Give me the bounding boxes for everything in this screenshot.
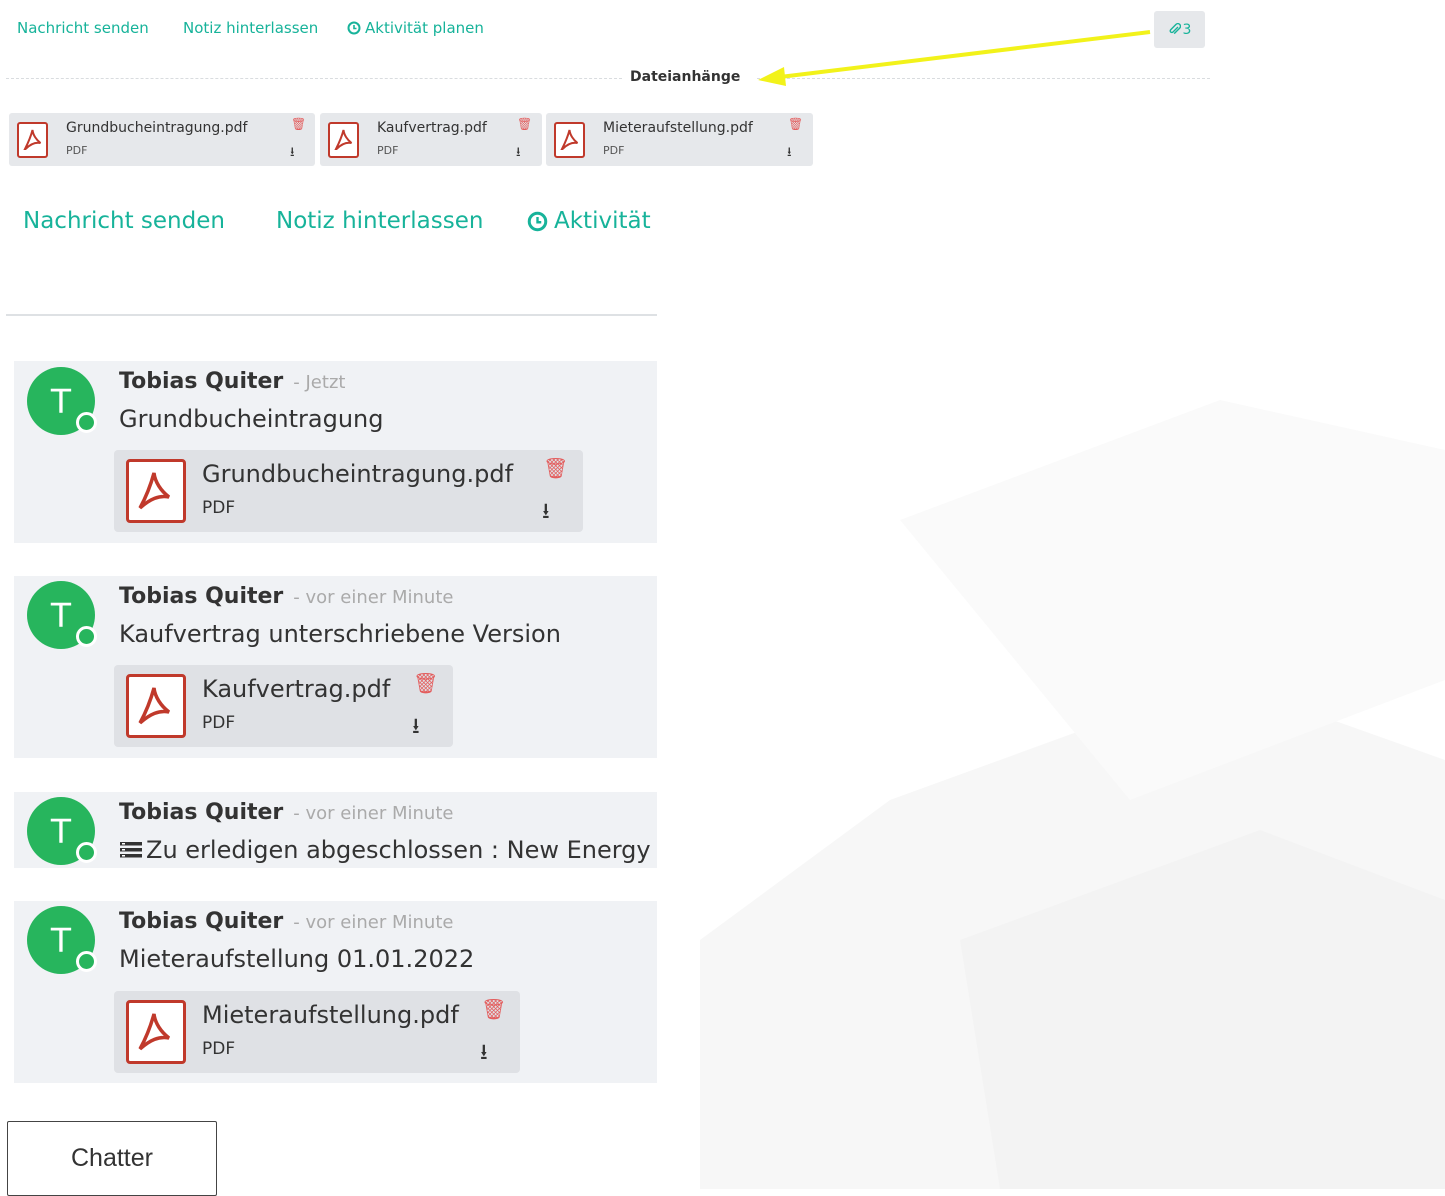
attachment-type: PDF	[66, 144, 88, 157]
chatter-divider	[6, 314, 657, 316]
message-body: Kaufvertrag unterschriebene Version	[119, 620, 561, 648]
attachment-card[interactable]: Grundbucheintragung.pdf PDF 🗑 ⭳	[114, 450, 583, 532]
separator-line-left	[6, 78, 622, 79]
message-author[interactable]: Tobias Quiter	[119, 800, 283, 825]
pdf-file-icon	[126, 674, 186, 738]
avatar[interactable]: T	[27, 906, 97, 974]
attachment-card[interactable]: Mieteraufstellung.pdf PDF 🗑 ⭳	[546, 113, 813, 166]
pdf-file-icon	[126, 1000, 186, 1064]
chatter-tab-button[interactable]: Chatter	[7, 1121, 217, 1196]
message-author[interactable]: Tobias Quiter	[119, 909, 283, 934]
paperclip-icon	[1169, 23, 1181, 35]
attachment-count-button[interactable]: 3	[1154, 11, 1205, 48]
log-note-link-zoomed[interactable]: Notiz hinterlassen	[276, 208, 483, 234]
annotation-arrow	[758, 30, 1151, 86]
message-author-line: Tobias Quiter - vor einer Minute	[119, 800, 453, 825]
trash-icon[interactable]: 🗑	[291, 117, 306, 131]
attachment-type: PDF	[603, 144, 625, 157]
message-item: T Tobias Quiter - vor einer Minute Mieter…	[14, 901, 657, 1083]
download-icon[interactable]: ⭳	[412, 709, 420, 747]
online-status-dot	[76, 842, 97, 863]
clock-icon	[527, 211, 548, 231]
attachments-heading: Dateianhänge	[630, 69, 741, 85]
trash-icon[interactable]: 🗑	[788, 117, 803, 131]
attachment-name[interactable]: Kaufvertrag.pdf	[377, 120, 487, 136]
attachment-count: 3	[1182, 21, 1192, 38]
download-icon[interactable]: ⭳	[542, 494, 550, 532]
download-icon[interactable]: ⭳	[480, 1035, 488, 1073]
message-author-line: Tobias Quiter - vor einer Minute	[119, 584, 453, 609]
trash-icon[interactable]: 🗑	[413, 671, 438, 695]
message-body: Mieteraufstellung 01.01.2022	[119, 945, 475, 973]
avatar-initial: T	[50, 811, 72, 851]
attachment-type: PDF	[202, 498, 236, 518]
schedule-activity-label: Aktivität planen	[365, 19, 484, 37]
message-author[interactable]: Tobias Quiter	[119, 369, 283, 394]
schedule-activity-link[interactable]: Aktivität planen	[347, 19, 484, 37]
send-message-link-zoomed[interactable]: Nachricht senden	[23, 208, 225, 234]
activity-link-zoomed[interactable]: Aktivität	[527, 208, 651, 234]
message-body-text: Zu erledigen abgeschlossen : New Energy	[146, 836, 651, 864]
online-status-dot	[76, 951, 97, 972]
attachment-name[interactable]: Grundbucheintragung.pdf	[66, 120, 247, 136]
avatar[interactable]: T	[27, 581, 97, 649]
pdf-file-icon	[17, 122, 48, 158]
download-icon[interactable]: ⭳	[787, 143, 792, 165]
message-time: - Jetzt	[293, 372, 346, 393]
message-author-line: Tobias Quiter - vor einer Minute	[119, 909, 453, 934]
message-time: - vor einer Minute	[293, 912, 454, 933]
trash-icon[interactable]: 🗑	[517, 117, 532, 131]
message-item: T Tobias Quiter - Jetzt Grundbucheintragu…	[14, 361, 657, 543]
attachment-card[interactable]: Kaufvertrag.pdf PDF 🗑 ⭳	[114, 665, 453, 747]
avatar[interactable]: T	[27, 367, 97, 435]
message-body: Grundbucheintragung	[119, 405, 384, 433]
attachment-card[interactable]: Kaufvertrag.pdf PDF 🗑 ⭳	[320, 113, 542, 166]
message-time: - vor einer Minute	[293, 587, 454, 608]
attachment-card[interactable]: Mieteraufstellung.pdf PDF 🗑 ⭳	[114, 991, 520, 1073]
send-message-link[interactable]: Nachricht senden	[17, 19, 149, 37]
attachment-type: PDF	[377, 144, 399, 157]
attachment-type: PDF	[202, 713, 236, 733]
avatar-initial: T	[50, 381, 72, 421]
avatar[interactable]: T	[27, 797, 97, 865]
log-note-link[interactable]: Notiz hinterlassen	[183, 19, 318, 37]
message-item: T Tobias Quiter - vor einer Minute Zu erl…	[14, 792, 657, 868]
message-author-line: Tobias Quiter - Jetzt	[119, 369, 345, 394]
clock-icon	[347, 21, 361, 35]
todo-list-icon	[120, 842, 142, 858]
pdf-file-icon	[126, 459, 186, 523]
attachment-name[interactable]: Grundbucheintragung.pdf	[202, 460, 513, 488]
online-status-dot	[76, 626, 97, 647]
message-body: Zu erledigen abgeschlossen : New Energy	[119, 836, 651, 864]
pdf-file-icon	[554, 122, 585, 158]
attachment-type: PDF	[202, 1039, 236, 1059]
message-item: T Tobias Quiter - vor einer Minute Kaufve…	[14, 576, 657, 758]
message-time: - vor einer Minute	[293, 803, 454, 824]
attachment-name[interactable]: Mieteraufstellung.pdf	[603, 120, 753, 136]
download-icon[interactable]: ⭳	[290, 143, 295, 165]
chatter-tab-label: Chatter	[71, 1144, 153, 1172]
message-author[interactable]: Tobias Quiter	[119, 584, 283, 609]
pdf-file-icon	[328, 122, 359, 158]
avatar-initial: T	[50, 920, 72, 960]
activity-label: Aktivität	[554, 208, 651, 234]
avatar-initial: T	[50, 595, 72, 635]
attachment-name[interactable]: Kaufvertrag.pdf	[202, 675, 390, 703]
attachment-card[interactable]: Grundbucheintragung.pdf PDF 🗑 ⭳	[9, 113, 315, 166]
download-icon[interactable]: ⭳	[516, 143, 521, 165]
trash-icon[interactable]: 🗑	[543, 456, 568, 480]
attachment-name[interactable]: Mieteraufstellung.pdf	[202, 1001, 459, 1029]
trash-icon[interactable]: 🗑	[481, 997, 506, 1021]
online-status-dot	[76, 412, 97, 433]
background-illustration	[700, 400, 1445, 1189]
